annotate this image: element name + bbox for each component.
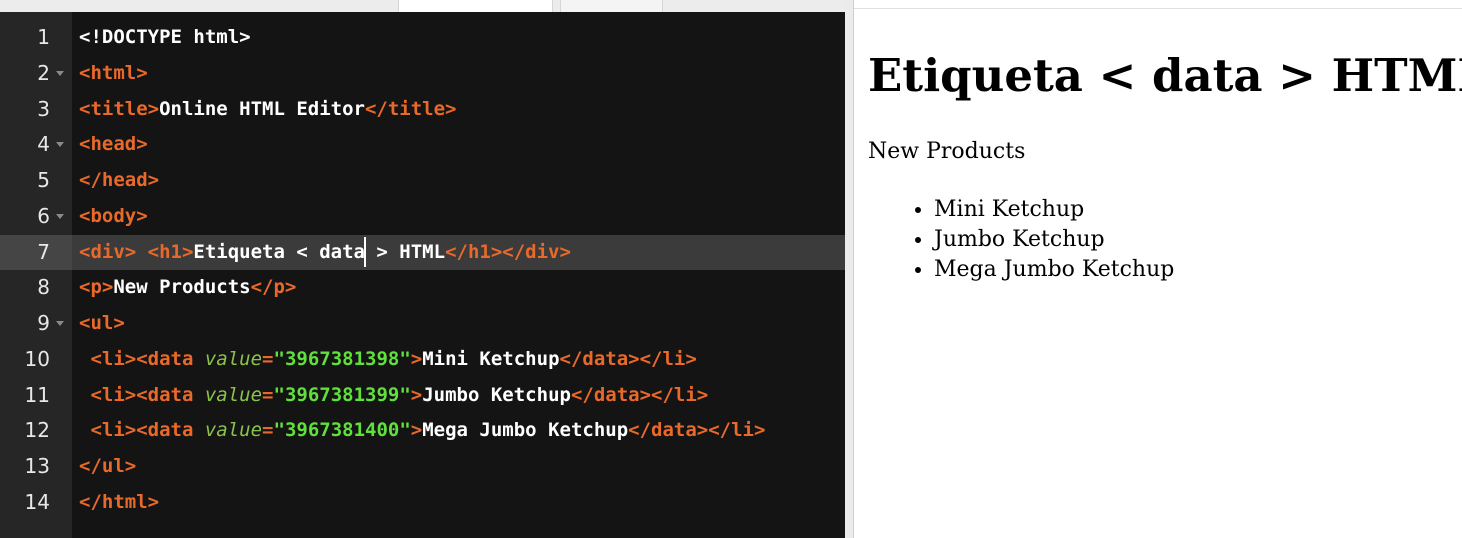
code-line-14[interactable]: 14 </html> (0, 485, 845, 521)
code-line-13[interactable]: 13 </ul> (0, 449, 845, 485)
code-line-4[interactable]: 4 <head> (0, 127, 845, 163)
tab-other[interactable] (560, 0, 663, 12)
list-item: Mega Jumbo Ketchup (934, 255, 1174, 285)
code-area[interactable]: 1 <!DOCTYPE html> 2 <html> 3 <title>Onli… (0, 20, 845, 521)
preview-pane: Etiqueta < data > HTML New Products Mini… (854, 8, 1462, 538)
pane-splitter[interactable] (845, 0, 854, 538)
code-line-9[interactable]: 9 <ul> (0, 306, 845, 342)
tab-html[interactable] (0, 0, 398, 12)
code-editor[interactable]: 1 <!DOCTYPE html> 2 <html> 3 <title>Onli… (0, 12, 845, 538)
code-line-1[interactable]: 1 <!DOCTYPE html> (0, 20, 845, 56)
tab-active[interactable] (398, 0, 553, 12)
code-line-6[interactable]: 6 <body> (0, 199, 845, 235)
preview-list: Mini Ketchup Jumbo Ketchup Mega Jumbo Ke… (894, 195, 1174, 285)
chevron-down-icon[interactable] (56, 213, 64, 219)
list-item: Mini Ketchup (934, 195, 1174, 225)
code-line-10[interactable]: 10 <li><data value="3967381398">Mini Ket… (0, 342, 845, 378)
preview-heading: Etiqueta < data > HTML (868, 49, 1462, 102)
code-line-8[interactable]: 8 <p>New Products</p> (0, 270, 845, 306)
chevron-down-icon[interactable] (56, 321, 64, 327)
chevron-down-icon[interactable] (56, 70, 64, 76)
code-line-12[interactable]: 12 <li><data value="3967381400">Mega Jum… (0, 413, 845, 449)
tab-strip (0, 0, 845, 12)
code-line-5[interactable]: 5 </head> (0, 163, 845, 199)
code-line-2[interactable]: 2 <html> (0, 56, 845, 92)
chevron-down-icon[interactable] (56, 142, 64, 148)
line-number: 1 (37, 25, 50, 49)
code-line-7-active[interactable]: 7 <div> <h1>Etiqueta < data > HTML</h1><… (0, 234, 845, 271)
preview-paragraph: New Products (868, 139, 1026, 164)
code-line-11[interactable]: 11 <li><data value="3967381399">Jumbo Ke… (0, 378, 845, 414)
code-line-3[interactable]: 3 <title>Online HTML Editor</title> (0, 92, 845, 128)
list-item: Jumbo Ketchup (934, 225, 1174, 255)
